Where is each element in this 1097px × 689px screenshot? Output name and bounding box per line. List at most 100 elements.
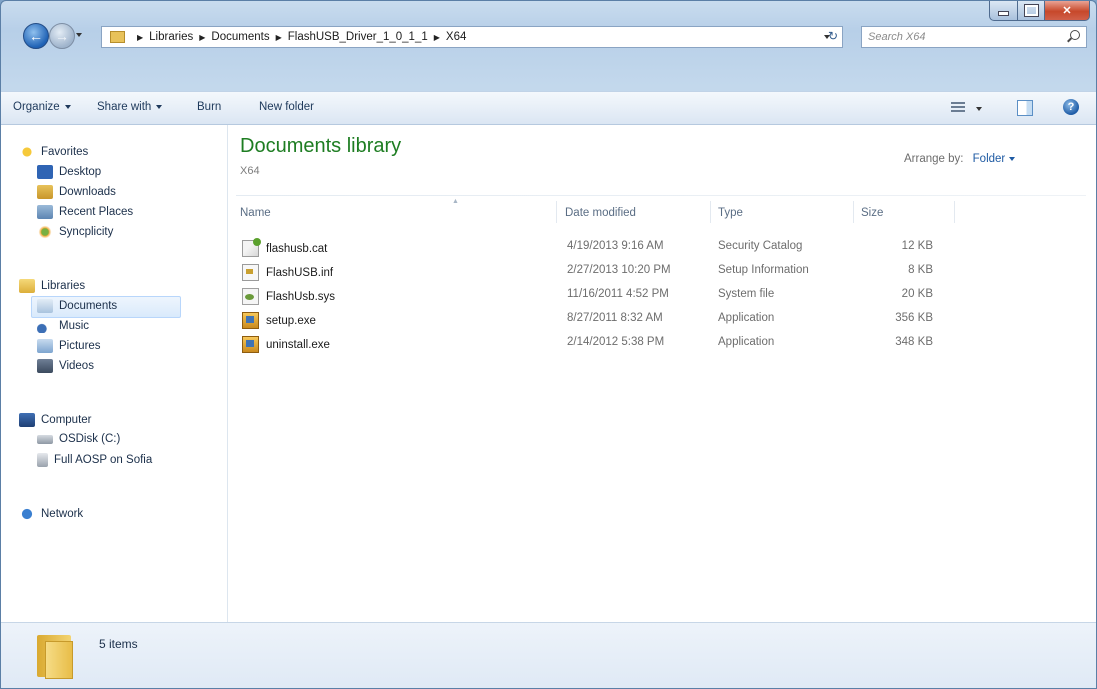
sidebar-item-osdisk[interactable]: OSDisk (C:): [37, 433, 120, 445]
maximize-button[interactable]: [1018, 1, 1045, 21]
column-divider[interactable]: [853, 201, 854, 223]
folder-icon: [110, 31, 125, 43]
sidebar-item-downloads[interactable]: Downloads: [37, 185, 116, 199]
breadcrumb-driver-folder[interactable]: FlashUSB_Driver_1_0_1_1: [288, 31, 428, 43]
minimize-button[interactable]: [989, 1, 1018, 21]
chevron-down-icon: [64, 105, 71, 109]
burn-button[interactable]: Burn: [197, 101, 221, 113]
catalog-file-icon: [242, 238, 261, 257]
refresh-button[interactable]: ↻: [821, 26, 845, 46]
address-bar[interactable]: ▶ Libraries ▶ Documents ▶ FlashUSB_Drive…: [101, 26, 843, 48]
star-icon: [19, 145, 35, 159]
breadcrumb-libraries[interactable]: Libraries: [149, 31, 193, 43]
breadcrumb-documents[interactable]: Documents: [211, 31, 269, 43]
sidebar-item-libraries[interactable]: Libraries: [19, 279, 85, 293]
sidebar-label: Syncplicity: [59, 226, 114, 238]
system-file-icon: [242, 288, 259, 305]
back-button[interactable]: ←: [23, 23, 49, 49]
file-name[interactable]: flashusb.cat: [242, 238, 327, 257]
column-divider[interactable]: [710, 201, 711, 223]
arrange-by-label: Arrange by:: [904, 153, 964, 165]
chevron-right-icon[interactable]: ▶: [199, 33, 205, 42]
sidebar-item-videos[interactable]: Videos: [37, 359, 94, 373]
column-header-size[interactable]: Size: [861, 207, 883, 219]
column-header-date[interactable]: Date modified: [565, 207, 636, 219]
file-name[interactable]: FlashUSB.inf: [242, 264, 333, 281]
sidebar-label: Documents: [59, 300, 118, 312]
pictures-icon: [37, 339, 53, 353]
new-folder-button[interactable]: New folder: [259, 101, 314, 113]
search-icon[interactable]: [1070, 30, 1080, 40]
view-options-dropdown[interactable]: [976, 107, 982, 111]
close-button[interactable]: ✕: [1045, 1, 1090, 21]
forward-button[interactable]: →: [49, 23, 75, 49]
sidebar-item-documents[interactable]: Documents: [30, 296, 182, 318]
sidebar-item-favorites[interactable]: Favorites: [19, 145, 88, 159]
recent-pages-dropdown[interactable]: [76, 33, 82, 37]
status-bar: 5 items: [1, 622, 1096, 688]
file-type: Application: [718, 312, 775, 324]
chevron-right-icon[interactable]: ▶: [276, 33, 282, 42]
search-box[interactable]: Search X64: [861, 26, 1087, 48]
column-header-name[interactable]: Name: [240, 207, 271, 219]
preview-pane-icon[interactable]: [1017, 100, 1033, 116]
file-size: 348 KB: [895, 336, 933, 348]
sidebar-item-computer[interactable]: Computer: [19, 413, 92, 427]
sidebar-label: Recent Places: [59, 206, 134, 218]
inf-file-icon: [242, 264, 259, 281]
share-with-label: Share with: [97, 101, 152, 113]
file-type: Application: [718, 336, 775, 348]
sidebar-item-full-aosp[interactable]: Full AOSP on Sofia: [37, 453, 152, 467]
library-subtitle: X64: [240, 165, 260, 177]
arrange-by: Arrange by: Folder: [904, 153, 1016, 165]
file-name[interactable]: uninstall.exe: [242, 336, 330, 353]
file-date: 4/19/2013 9:16 AM: [567, 240, 664, 252]
removable-drive-icon: [37, 453, 48, 467]
column-divider[interactable]: [556, 201, 557, 223]
arrange-by-dropdown[interactable]: Folder: [973, 153, 1016, 165]
file-row[interactable]: uninstall.exe 2/14/2012 5:38 PM Applicat…: [228, 333, 1096, 353]
recent-places-icon: [37, 205, 53, 219]
file-name[interactable]: setup.exe: [242, 312, 316, 329]
sidebar-item-pictures[interactable]: Pictures: [37, 339, 101, 353]
file-row[interactable]: FlashUSB.inf 2/27/2013 10:20 PM Setup In…: [228, 261, 1096, 281]
file-size: 20 KB: [901, 288, 933, 300]
file-size: 356 KB: [895, 312, 933, 324]
breadcrumb-x64[interactable]: X64: [446, 31, 466, 43]
sidebar-item-recent-places[interactable]: Recent Places: [37, 205, 133, 219]
file-row[interactable]: flashusb.cat 4/19/2013 9:16 AM Security …: [228, 237, 1096, 257]
caption-buttons: ✕: [989, 1, 1090, 21]
sidebar-label: Network: [41, 508, 84, 520]
organize-button[interactable]: Organize: [13, 101, 71, 113]
syncplicity-icon: [37, 225, 53, 239]
navigation-row: ← → ▶ Libraries ▶ Documents ▶ FlashUSB_D…: [1, 19, 1096, 53]
sidebar-item-network[interactable]: Network: [19, 507, 83, 521]
sidebar-item-syncplicity[interactable]: Syncplicity: [37, 225, 113, 239]
folder-icon: [37, 635, 73, 679]
sidebar-item-desktop[interactable]: Desktop: [37, 165, 101, 179]
sidebar-item-music[interactable]: Music: [37, 319, 89, 333]
sidebar-label: Full AOSP on Sofia: [54, 454, 153, 466]
installer-exe-icon: [242, 312, 259, 329]
chevron-right-icon[interactable]: ▶: [434, 33, 440, 42]
breadcrumb: ▶ Libraries ▶ Documents ▶ FlashUSB_Drive…: [131, 31, 466, 43]
view-options-icon[interactable]: [951, 100, 965, 114]
help-icon[interactable]: ?: [1063, 99, 1079, 115]
sidebar-label: Pictures: [59, 340, 101, 352]
file-name[interactable]: FlashUsb.sys: [242, 288, 335, 305]
chevron-down-icon: [156, 105, 163, 109]
file-date: 2/14/2012 5:38 PM: [567, 336, 665, 348]
share-with-button[interactable]: Share with: [97, 101, 163, 113]
column-divider[interactable]: [954, 201, 955, 223]
libraries-icon: [19, 279, 35, 293]
network-icon: [19, 507, 35, 521]
search-input[interactable]: Search X64: [868, 31, 925, 43]
file-row[interactable]: setup.exe 8/27/2011 8:32 AM Application …: [228, 309, 1096, 329]
new-folder-label: New folder: [259, 101, 314, 113]
hard-drive-icon: [37, 434, 53, 444]
chevron-right-icon[interactable]: ▶: [137, 33, 143, 42]
file-row[interactable]: FlashUsb.sys 11/16/2011 4:52 PM System f…: [228, 285, 1096, 305]
column-header-type[interactable]: Type: [718, 207, 743, 219]
sidebar-label: Desktop: [59, 166, 102, 178]
documents-icon: [37, 299, 53, 313]
